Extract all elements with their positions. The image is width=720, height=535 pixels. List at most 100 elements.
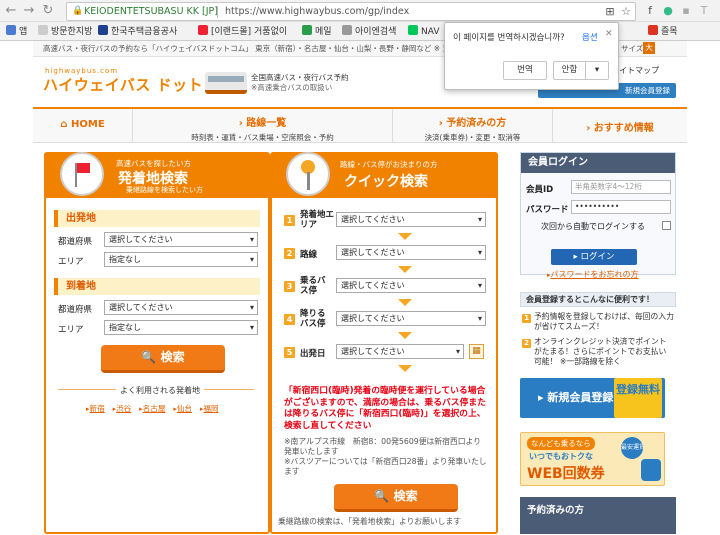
area-label: 発着地エリア [300, 210, 335, 230]
arrival-area-select[interactable]: 指定なし [104, 320, 258, 335]
dropdown-icon[interactable]: ▾ [585, 61, 609, 80]
place-link[interactable]: 渋谷 [116, 404, 131, 413]
auto-login-label: 次回から自動でログインする [541, 222, 645, 231]
area-select[interactable]: 選択してください [336, 212, 486, 227]
lock-icon: 🔒 [72, 6, 84, 16]
bookmark-1[interactable]: 방문한지방 [38, 25, 92, 39]
route-select[interactable]: 選択してください [336, 245, 486, 260]
auto-login-checkbox[interactable] [662, 221, 671, 230]
bookmark-7[interactable]: 즐목 [648, 25, 678, 39]
ad-title: WEB回数券 [527, 466, 605, 482]
frequent-places: ▸新宿 ▸渋谷 ▸名古屋 ▸仙台 ▸福岡 [86, 403, 219, 414]
nav-routes[interactable]: › 路線一覧 時刻表・運賃・バス乗場・空席照会・予約 [133, 109, 393, 143]
departure-area-select[interactable]: 指定なし [104, 252, 258, 267]
login-title: 会員ログイン [521, 153, 675, 173]
naver-icon [408, 25, 418, 35]
panel-subtitle: 路線・バス停がお決まりの方 [340, 160, 438, 169]
extension-f-icon[interactable]: f [643, 4, 657, 18]
web-ticket-banner[interactable]: なんども乗るなら いつでもおトクな WEB回数券 最安運賃 [520, 432, 665, 486]
arrival-heading: 到着地 [54, 278, 260, 295]
back-icon[interactable]: ← [4, 3, 18, 19]
temporary-notice: 「新宿西口(臨時)発着の臨時便を運行している場合がございますので、満席の場合は、… [284, 386, 486, 431]
member-id-input[interactable]: 半角英数字4～12桁 [571, 180, 671, 194]
decline-button[interactable]: 안함 [553, 61, 585, 80]
board-stop-select[interactable]: 選択してください [336, 278, 486, 293]
a-icon [648, 25, 658, 35]
password-input[interactable]: •••••••••• [571, 200, 671, 214]
place-link[interactable]: 仙台 [177, 404, 192, 413]
step-number: 5 [284, 347, 295, 358]
ad-mid: いつでもおトクな [529, 452, 593, 461]
translate-icon[interactable]: ⊞ [603, 5, 617, 19]
address-bar[interactable]: 🔒 KEIODENTETSUBASU KK [JP] https://www.h… [66, 2, 636, 21]
translate-button[interactable]: 번역 [503, 61, 547, 80]
benefit-2: オンラインクレジット決済でポイントがたまる！さらにポイントでお支払い可能！ ※一… [534, 337, 667, 366]
close-icon[interactable]: ✕ [605, 29, 613, 39]
login-button[interactable]: ▸ ログイン [551, 249, 637, 265]
extension-gray-icon[interactable]: ▪ [679, 4, 693, 18]
panel-header: 路線・バス停がお決まりの方 クイック検索 [272, 152, 496, 198]
site: 高速バス・夜行バスの予約なら「ハイウェイバスドットコム」 東京（新宿）・名古屋・… [33, 41, 687, 535]
translate-popup: 이 페이지를 번역하시겠습니까? 옵션 ✕ 번역 안함 ▾ [444, 22, 619, 90]
pref-label: 都道府県 [58, 305, 93, 315]
flag-icon [60, 152, 104, 196]
route-label: 路線 [300, 250, 318, 260]
star-icon[interactable]: ☆ [619, 5, 633, 19]
certificate-label: KEIODENTETSUBASU KK [JP] [84, 6, 218, 17]
departure-pref-select[interactable]: 選択してください [104, 232, 258, 247]
translate-question: 이 페이지를 번역하시겠습니까? [453, 33, 565, 43]
place-link[interactable]: 新宿 [90, 404, 105, 413]
bookmark-apps[interactable]: 앱 [6, 25, 27, 39]
search-button[interactable]: 🔍 検索 [101, 345, 225, 373]
quick-search-panel: 路線・バス停がお決まりの方 クイック検索 1 発着地エリア 選択してください 2… [270, 152, 498, 534]
forgot-password-link[interactable]: ▸パスワードをお忘れの方 [547, 269, 639, 280]
nav-home[interactable]: ⌂ HOME [33, 109, 133, 143]
flag-pole-icon [75, 163, 77, 187]
bus-stop-icon [286, 152, 330, 196]
place-link[interactable]: 福岡 [203, 404, 218, 413]
extension-green-icon[interactable]: ● [661, 4, 675, 18]
extension-t-icon[interactable]: T [697, 4, 711, 18]
ad-tag: なんども乗るなら [527, 437, 595, 450]
forward-icon[interactable]: → [22, 3, 36, 19]
date-select[interactable]: 選択してください [336, 344, 464, 359]
alight-stop-select[interactable]: 選択してください [336, 311, 486, 326]
url-text[interactable]: https://www.highwaybus.com/gp/index [225, 6, 409, 17]
bookmark-2[interactable]: 한국주택금융공사 [98, 25, 177, 39]
benefit-title: 会員登録するとこんなに便利です！ [520, 292, 676, 307]
id-label: 会員ID [526, 185, 554, 195]
calendar-icon[interactable]: ▦ [469, 344, 484, 359]
translate-options-link[interactable]: 옵션 [582, 31, 598, 43]
place-link[interactable]: 名古屋 [143, 404, 166, 413]
apps-icon [6, 25, 16, 35]
nav-recommend[interactable]: › おすすめ情報 [553, 109, 687, 143]
bus-icon [205, 72, 247, 94]
bookmark-5[interactable]: 아이엔검색 [342, 25, 396, 39]
down-arrow-icon [398, 266, 412, 273]
search-icon [342, 25, 352, 35]
bookmark-3[interactable]: [이랜드몰] 거품없이 [198, 25, 287, 39]
nav-reserved[interactable]: › 予約済みの方 決済(乗車券)・変更・取消等 [393, 109, 553, 143]
departure-heading: 出発地 [54, 210, 260, 227]
size-large-button[interactable]: 大 [643, 42, 655, 54]
mail-icon [302, 25, 312, 35]
magnifier-icon: 🔍 [141, 350, 157, 364]
quick-search-button[interactable]: 🔍 検索 [334, 484, 458, 512]
home-icon: ⌂ [60, 119, 68, 130]
browser-toolbar: ← → ↻ 🔒 KEIODENTETSUBASU KK [JP] https:/… [0, 0, 720, 22]
address-separator [217, 6, 218, 18]
bookmark-4[interactable]: 메일 [302, 25, 332, 39]
bus-stop-pole-icon [307, 172, 310, 190]
arrival-pref-select[interactable]: 選択してください [104, 300, 258, 315]
step-number: 1 [522, 314, 531, 323]
benefit-1: 予約情報を登録しておけば、毎回の入力が省けてスムーズ！ [534, 312, 674, 331]
folder-icon [38, 25, 48, 35]
bookmark-6[interactable]: NAV [408, 25, 439, 39]
right-column: 会員ログイン 会員ID 半角英数字4～12桁 パスワード •••••••••• … [520, 152, 676, 534]
reserved-heading: 予約済みの方 [520, 497, 676, 534]
bus-window-icon [208, 76, 244, 82]
frequent-heading: よく利用される発着地 [116, 385, 204, 396]
pref-label: 都道府県 [58, 237, 93, 247]
reload-icon[interactable]: ↻ [41, 3, 55, 19]
alight-stop-label: 降りるバス停 [300, 309, 326, 329]
